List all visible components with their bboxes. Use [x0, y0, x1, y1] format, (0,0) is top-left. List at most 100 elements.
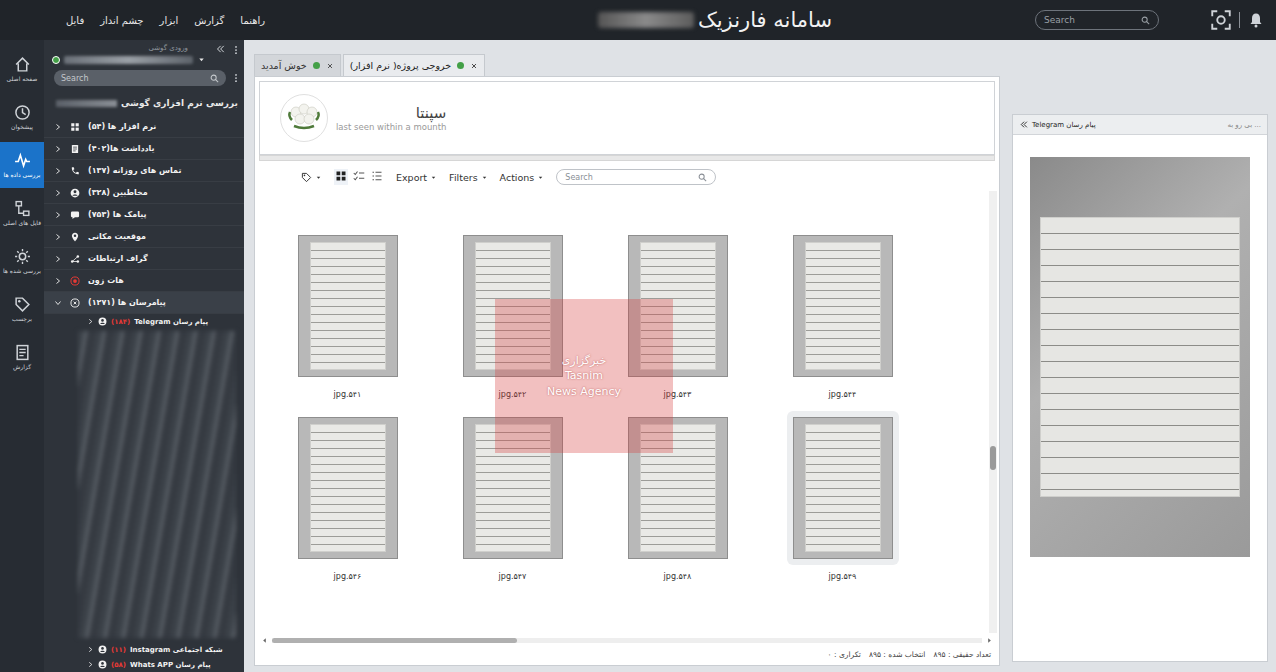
button-label[interactable]: Actions: [500, 172, 535, 183]
menu-item[interactable]: چشم انداز: [100, 13, 143, 28]
item-label[interactable]: تماس های روزانه (۱۳۷): [88, 166, 181, 175]
expand-arrow-icon[interactable]: [54, 277, 62, 285]
rail-label[interactable]: پیشخوان: [11, 124, 33, 131]
tree-item[interactable]: پیامک ها (۷۵۳): [44, 204, 244, 226]
item-label[interactable]: نرم افزار ها (۵۴): [88, 122, 156, 131]
image-thumbnail[interactable]: [793, 235, 893, 377]
toolbar-button[interactable]: Filters: [449, 172, 487, 183]
file-name[interactable]: jpg.۵۴۴: [827, 389, 859, 400]
rail-label[interactable]: بررسی داده ها: [4, 172, 41, 179]
hierarchy-icon[interactable]: [14, 200, 31, 217]
image-thumbnail[interactable]: [463, 417, 563, 559]
tree-child[interactable]: (۱۱)شبکه اجتماعی Instagram: [44, 642, 244, 657]
tag-icon[interactable]: [14, 296, 31, 313]
dropdown-icon[interactable]: [197, 55, 206, 64]
scrollbar[interactable]: [989, 191, 997, 633]
file-name[interactable]: jpg.۵۴۳: [662, 389, 694, 400]
collapse-arrow-icon[interactable]: [54, 299, 62, 307]
tree-item[interactable]: نرم افزار ها (۵۴): [44, 116, 244, 138]
image-tile[interactable]: jpg.۵۴۱: [265, 225, 430, 407]
image-thumbnail[interactable]: [628, 417, 728, 559]
scan-icon[interactable]: [1211, 10, 1231, 30]
rail-label[interactable]: بررسی شده ها: [3, 268, 41, 275]
expand-arrow-icon[interactable]: [54, 123, 62, 131]
image-tile[interactable]: jpg.۵۴۷: [430, 407, 595, 589]
tab-label[interactable]: خوش آمدید: [261, 60, 307, 71]
search-input[interactable]: Search: [61, 74, 88, 83]
rail-item[interactable]: بررسی شده ها: [0, 238, 44, 284]
tag-menu[interactable]: [301, 172, 322, 183]
toolbar-button[interactable]: Actions: [500, 172, 545, 183]
file-name[interactable]: jpg.۵۴۲: [497, 389, 529, 400]
close-icon[interactable]: [326, 62, 334, 70]
item-label[interactable]: شبکه اجتماعی Instagram: [130, 646, 223, 654]
rail-label[interactable]: گزارش: [13, 364, 31, 371]
item-label[interactable]: موقعیت مکانی: [88, 232, 146, 241]
button-label[interactable]: Export: [396, 172, 427, 183]
menu-item[interactable]: گزارش: [194, 13, 224, 28]
collapse-icon[interactable]: [1019, 120, 1028, 129]
grid-search[interactable]: Search: [556, 169, 716, 185]
menu-item[interactable]: ابزار: [160, 13, 179, 28]
button-label[interactable]: Filters: [449, 172, 477, 183]
tree-child[interactable]: (۵۸)پیام رسان Whats APP: [44, 657, 244, 672]
file-name[interactable]: jpg.۵۴۸: [662, 571, 694, 582]
item-label[interactable]: پیام رسان Telegram: [134, 318, 208, 326]
sun-icon[interactable]: [14, 248, 31, 265]
tree-item[interactable]: پیامرسان ها (۱۲۷۱): [44, 292, 244, 314]
scrollbar[interactable]: [259, 155, 995, 161]
menu-item[interactable]: راهنما: [240, 13, 265, 28]
bell-icon[interactable]: [1248, 12, 1264, 28]
top-search[interactable]: Search: [1035, 10, 1159, 30]
pulse-icon[interactable]: [14, 152, 31, 169]
tree-item[interactable]: یادداشت ها(۴۰۲): [44, 138, 244, 160]
image-tile[interactable]: jpg.۵۴۶: [265, 407, 430, 589]
list-view-icon[interactable]: [371, 170, 383, 182]
file-name[interactable]: jpg.۵۴۹: [827, 571, 859, 582]
search-input[interactable]: Search: [565, 173, 592, 182]
tree-item[interactable]: تماس های روزانه (۱۳۷): [44, 160, 244, 182]
item-label[interactable]: گراف ارتباطات: [88, 254, 148, 263]
dropdown-icon[interactable]: [537, 174, 544, 181]
image-tile[interactable]: jpg.۵۴۴: [760, 225, 925, 407]
expand-arrow-icon[interactable]: [54, 255, 62, 263]
rail-item[interactable]: پیشخوان: [0, 94, 44, 140]
grid-view-icon[interactable]: [335, 170, 347, 182]
view-button[interactable]: [334, 169, 348, 185]
image-tile[interactable]: jpg.۵۴۸: [595, 407, 760, 589]
image-tile[interactable]: jpg.۵۴۳: [595, 225, 760, 407]
scroll-right-icon[interactable]: [986, 637, 993, 644]
expand-arrow-icon[interactable]: [54, 233, 62, 241]
rail-item[interactable]: بررسی داده ها: [0, 142, 44, 188]
tree-item[interactable]: هات زون: [44, 270, 244, 292]
image-thumbnail[interactable]: [628, 235, 728, 377]
clock-icon[interactable]: [14, 104, 31, 121]
kebab-icon[interactable]: [231, 44, 241, 56]
search-icon[interactable]: [1141, 16, 1150, 25]
rail-item[interactable]: فایل های اصلی: [0, 190, 44, 236]
tab[interactable]: خروجی پروژه( نرم افزار): [343, 54, 485, 76]
image-tile[interactable]: jpg.۵۴۲: [430, 225, 595, 407]
tag-icon[interactable]: [301, 172, 312, 183]
dropdown-icon[interactable]: [430, 174, 437, 181]
tree-item[interactable]: مخاطبین (۳۲۸): [44, 182, 244, 204]
image-thumbnail[interactable]: [298, 417, 398, 559]
item-label[interactable]: پیامرسان ها (۱۲۷۱): [88, 298, 166, 307]
menu-item[interactable]: فایل: [66, 13, 84, 28]
search-icon[interactable]: [210, 74, 219, 83]
checklist-view-icon[interactable]: [353, 170, 365, 182]
dropdown-icon[interactable]: [481, 174, 488, 181]
rail-label[interactable]: صفحه اصلی: [7, 76, 38, 83]
expand-icon[interactable]: [87, 661, 94, 668]
expand-icon[interactable]: [87, 318, 94, 325]
item-label[interactable]: پیام رسان Whats APP: [130, 661, 211, 669]
collapse-icon[interactable]: [215, 44, 225, 54]
expand-arrow-icon[interactable]: [54, 189, 62, 197]
item-label[interactable]: پیامک ها (۷۵۳): [88, 210, 147, 219]
document-icon[interactable]: [14, 344, 31, 361]
rail-item[interactable]: گزارش: [0, 334, 44, 380]
toolbar-button[interactable]: Export: [396, 172, 437, 183]
scrollbar[interactable]: [255, 635, 999, 646]
image-tile[interactable]: jpg.۵۴۹: [760, 407, 925, 589]
item-label[interactable]: یادداشت ها(۴۰۲): [88, 144, 155, 153]
